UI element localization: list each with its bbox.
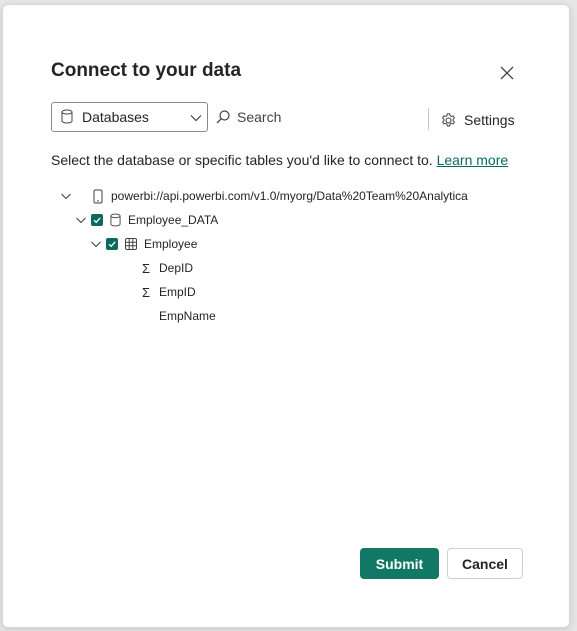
tree-row-database: Employee_DATA bbox=[74, 209, 218, 231]
root-expand-toggle[interactable] bbox=[59, 189, 73, 203]
tree-row-column: EmpName bbox=[139, 305, 216, 327]
column-label[interactable]: EmpName bbox=[159, 309, 216, 323]
checkmark-icon bbox=[108, 241, 116, 248]
search-button[interactable]: Search bbox=[215, 105, 281, 129]
database-label[interactable]: Employee_DATA bbox=[128, 213, 218, 227]
tree-row-root: powerbi://api.powerbi.com/v1.0/myorg/Dat… bbox=[59, 185, 468, 207]
chevron-down-icon bbox=[76, 217, 86, 224]
sigma-icon: Σ bbox=[141, 260, 151, 276]
column-label[interactable]: EmpID bbox=[159, 285, 196, 299]
description: Select the database or specific tables y… bbox=[51, 152, 508, 168]
database-checkbox[interactable] bbox=[91, 214, 103, 226]
learn-more-link[interactable]: Learn more bbox=[437, 152, 509, 168]
toolbar-divider bbox=[428, 108, 429, 130]
cancel-button[interactable]: Cancel bbox=[447, 548, 523, 579]
dialog-title: Connect to your data bbox=[51, 60, 242, 81]
chevron-down-icon bbox=[61, 193, 71, 200]
table-label[interactable]: Employee bbox=[144, 237, 197, 251]
settings-button[interactable]: Settings bbox=[440, 108, 515, 132]
sigma-icon: Σ bbox=[141, 284, 151, 300]
column-label[interactable]: DepID bbox=[159, 261, 193, 275]
device-icon bbox=[93, 189, 103, 204]
chevron-down-icon bbox=[91, 241, 101, 248]
gear-icon bbox=[442, 112, 455, 127]
table-icon bbox=[125, 238, 137, 250]
chevron-down-icon bbox=[189, 111, 203, 125]
database-icon bbox=[61, 109, 75, 125]
table-checkbox[interactable] bbox=[106, 238, 118, 250]
database-expand-toggle[interactable] bbox=[74, 213, 88, 227]
settings-label: Settings bbox=[464, 112, 515, 128]
database-icon bbox=[110, 213, 121, 227]
close-icon bbox=[500, 66, 514, 80]
source-type-dropdown[interactable]: Databases bbox=[51, 102, 208, 132]
root-label[interactable]: powerbi://api.powerbi.com/v1.0/myorg/Dat… bbox=[111, 189, 468, 203]
checkmark-icon bbox=[93, 217, 101, 224]
search-icon bbox=[216, 110, 230, 124]
submit-button[interactable]: Submit bbox=[360, 548, 439, 579]
tree-row-table: Employee bbox=[89, 233, 197, 255]
description-text: Select the database or specific tables y… bbox=[51, 152, 433, 168]
close-button[interactable] bbox=[497, 63, 517, 83]
source-type-value: Databases bbox=[82, 109, 149, 125]
tree-row-column: Σ DepID bbox=[139, 257, 193, 279]
table-expand-toggle[interactable] bbox=[89, 237, 103, 251]
search-label: Search bbox=[237, 109, 282, 125]
connect-dialog: Connect to your data Databases Search Se… bbox=[2, 4, 570, 628]
tree-row-column: Σ EmpID bbox=[139, 281, 196, 303]
